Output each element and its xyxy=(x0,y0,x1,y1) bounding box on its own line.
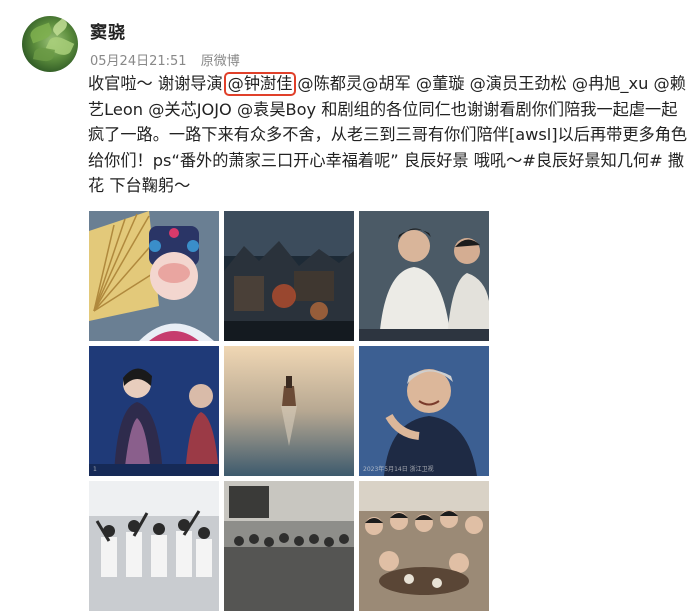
mention-link[interactable]: @冉旭_xu xyxy=(572,74,649,93)
mention-link[interactable]: @演员王劲松 xyxy=(470,74,567,93)
crowd-dance-photo[interactable] xyxy=(89,481,219,611)
topic-link[interactable]: #良辰好景知几何# xyxy=(522,151,662,170)
peking-opera-photo[interactable] xyxy=(89,211,219,341)
post-source: 原微博 xyxy=(200,54,240,69)
image-grid: 1 2023年5月14日 浙江卫视 xyxy=(89,211,489,611)
mention-link[interactable]: @胡军 xyxy=(362,74,411,93)
mention-link-highlighted[interactable]: @钟澍佳 xyxy=(223,72,297,96)
post-text-segment: 收官啦～ 谢谢导演 xyxy=(88,74,223,93)
two-men-stage-photo[interactable] xyxy=(359,211,489,341)
image-caption: 1 xyxy=(93,466,97,473)
mention-link[interactable]: @袁昊Boy xyxy=(237,100,316,119)
image-caption: 2023年5月14日 浙江卫视 xyxy=(363,466,434,473)
post-meta: 05月24日21:51 原微博 xyxy=(90,50,240,69)
cast-dinner-photo[interactable] xyxy=(359,481,489,611)
username[interactable]: 窦骁 xyxy=(90,18,126,43)
ruined-city-photo[interactable] xyxy=(224,211,354,341)
mention-link[interactable]: @陈都灵 xyxy=(297,74,362,93)
post-text: 收官啦～ 谢谢导演 @钟澍佳 @陈都灵@胡军 @董璇 @演员王劲松 @冉旭_xu @… xyxy=(88,71,688,199)
mention-link[interactable]: @董璇 xyxy=(416,74,465,93)
old-crowd-photo[interactable] xyxy=(224,481,354,611)
avatar[interactable] xyxy=(22,16,78,72)
ship-at-sea-photo[interactable] xyxy=(224,346,354,476)
mention-link[interactable]: @关芯JOJO xyxy=(148,100,232,119)
post-timestamp[interactable]: 05月24日21:51 xyxy=(90,54,187,69)
woman-qipao-photo[interactable]: 1 xyxy=(89,346,219,476)
man-smiling-photo[interactable]: 2023年5月14日 浙江卫视 xyxy=(359,346,489,476)
